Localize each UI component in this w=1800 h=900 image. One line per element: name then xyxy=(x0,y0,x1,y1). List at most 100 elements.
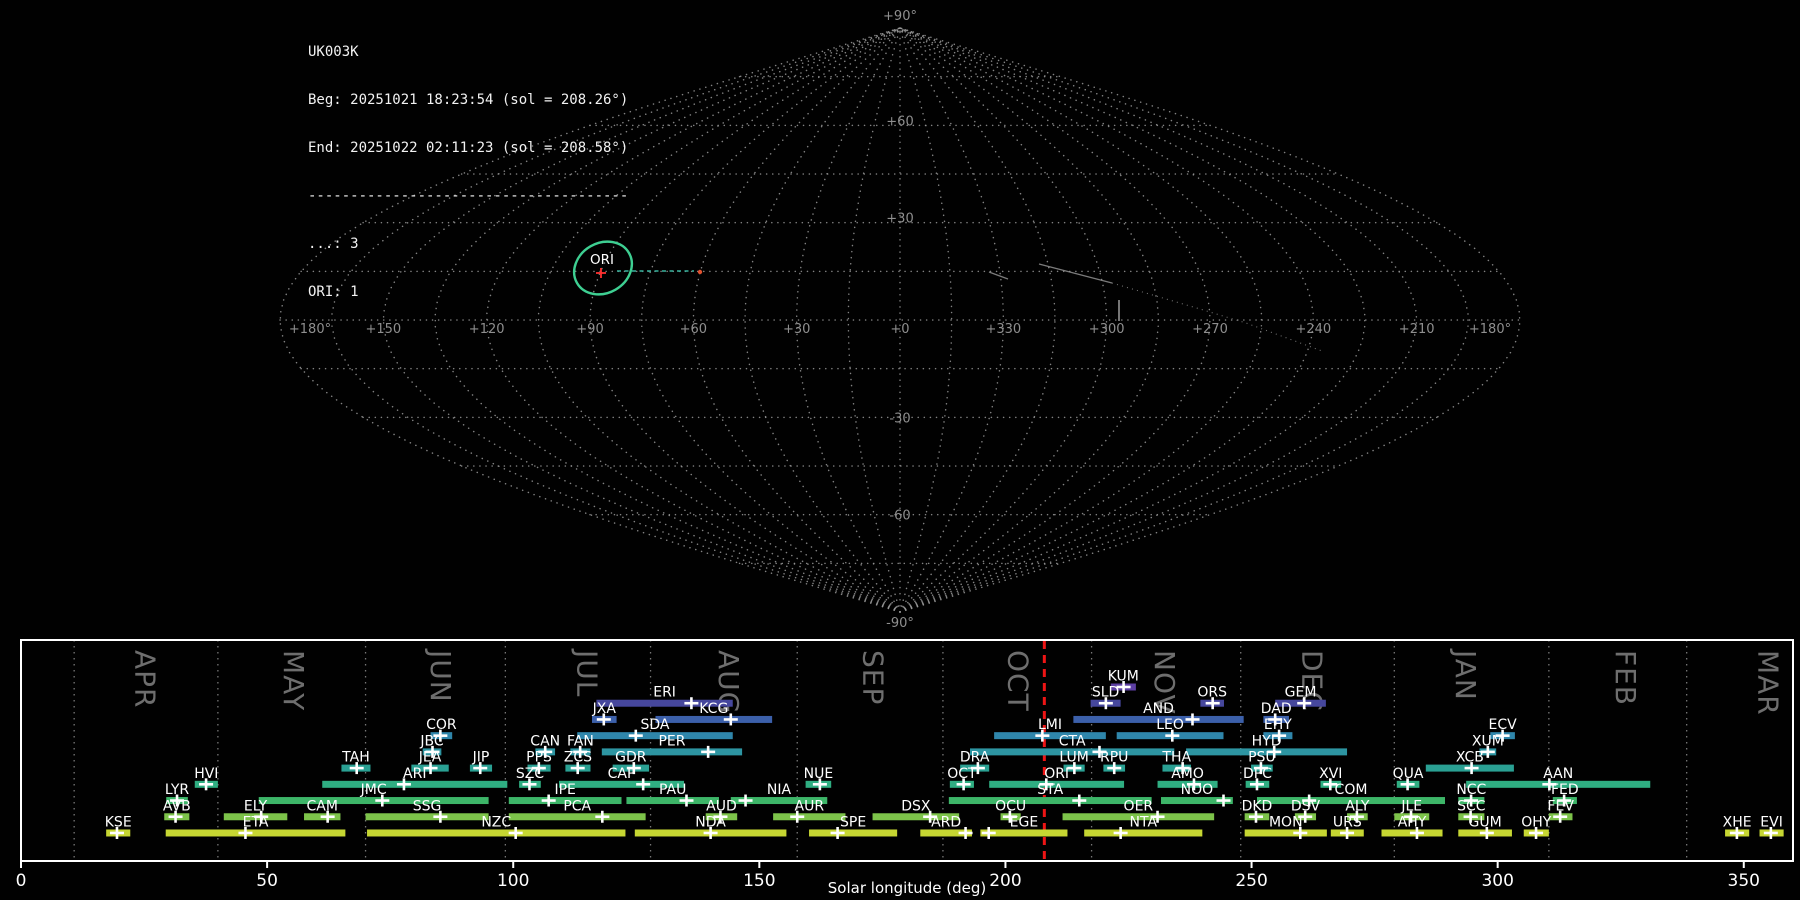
meridian-gridline xyxy=(641,27,901,613)
shower-bar-LMI xyxy=(994,732,1106,740)
shower-bar-ETA xyxy=(165,829,346,837)
shower-label-CAM: CAM xyxy=(307,798,338,814)
shower-label-PCA: PCA xyxy=(563,798,591,814)
lon-label: +180° xyxy=(1469,322,1511,337)
shower-label-IPE: IPE xyxy=(554,782,575,798)
shower-label-CAP: CAP xyxy=(608,766,636,782)
month-label-JUL: JUL xyxy=(571,648,604,697)
shower-label-ERI: ERI xyxy=(653,685,676,701)
separator-line: -------------------------------------- xyxy=(308,188,629,204)
shower-label-SSG: SSG xyxy=(413,798,442,814)
lon-label: +270 xyxy=(1192,322,1228,337)
shower-label-NZC: NZC xyxy=(481,814,511,830)
axis-tick-label: 200 xyxy=(989,871,1021,891)
shower-label-NUE: NUE xyxy=(804,766,834,782)
shower-label-SDA: SDA xyxy=(640,717,669,733)
shower-label-COM: COM xyxy=(1335,782,1368,798)
track-segment xyxy=(988,271,1009,280)
shower-bar-SPE xyxy=(809,829,898,837)
shower-label-MON: MON xyxy=(1269,814,1303,830)
shower-label-STA: STA xyxy=(1037,782,1063,798)
axis-tick-label: 350 xyxy=(1728,871,1760,891)
shower-label-NOO: NOO xyxy=(1181,782,1214,798)
lat-label: -30 xyxy=(889,411,910,426)
track-dotted xyxy=(1111,282,1323,352)
shower-label-PER: PER xyxy=(658,733,685,749)
month-label-MAR: MAR xyxy=(1752,650,1785,716)
shower-label-NTA: NTA xyxy=(1130,814,1158,830)
radiant-and-activity-plot: +180° +150 +120 +90 +60 +30 +0 +330 +300 +270 +240… xyxy=(16,9,1794,897)
month-label-JUN: JUN xyxy=(424,648,457,703)
pole-label-south: -90° xyxy=(886,616,914,631)
axis-tick-label: 300 xyxy=(1481,871,1513,891)
shower-label-PAU: PAU xyxy=(659,782,686,798)
shower-label-XCB: XCB xyxy=(1456,750,1484,766)
shower-bar-JMC xyxy=(258,797,489,805)
shower-label-AAN: AAN xyxy=(1543,766,1573,782)
shower-label-GEM: GEM xyxy=(1285,685,1317,701)
shower-bar-PAU xyxy=(626,797,719,805)
axis-tick-label: 150 xyxy=(743,871,775,891)
shower-label-DSX: DSX xyxy=(901,798,931,814)
x-axis-title: Solar longitude (deg) xyxy=(828,879,986,897)
shower-bar-KCG xyxy=(655,715,773,723)
session-info-panel: UK003K Beg: 20251021 18:23:54 (sol = 208… xyxy=(308,12,628,332)
axis-tick-label: 100 xyxy=(497,871,529,891)
meridian-gridline xyxy=(899,27,1108,613)
shower-label-EGE: EGE xyxy=(1010,814,1039,830)
activity-timeline: APR MAY JUN JUL AUG SEP OCT NOV DEC JAN FEB MARKUME… xyxy=(16,639,1794,897)
lat-label: +60 xyxy=(886,114,913,129)
shower-label-DRA: DRA xyxy=(960,750,990,766)
shower-label-KCG: KCG xyxy=(699,701,728,717)
screenshot-root: +180° +150 +120 +90 +60 +30 +0 +330 +300 +270 +240… xyxy=(0,0,1800,900)
pole-label-north: +90° xyxy=(883,9,917,24)
lon-label: +60 xyxy=(680,322,707,337)
shower-label-ELY: ELY xyxy=(244,798,268,814)
shower-label-SPE: SPE xyxy=(840,814,866,830)
shower-label-ORI: ORI xyxy=(1044,766,1069,782)
shower-bar-SSG xyxy=(365,813,489,821)
month-label-MAY: MAY xyxy=(277,650,310,711)
lon-label: +210 xyxy=(1399,322,1435,337)
month-label-SEP: SEP xyxy=(857,650,890,705)
shower-count: ORI: 1 xyxy=(308,284,359,300)
lon-label: +0 xyxy=(890,322,909,337)
shower-bar-SDA xyxy=(577,732,733,740)
shower-label-CTA: CTA xyxy=(1059,733,1086,749)
lon-label: +330 xyxy=(985,322,1021,337)
lon-label: +240 xyxy=(1295,322,1331,337)
shower-label-LEO: LEO xyxy=(1156,717,1184,733)
meridian-gridline xyxy=(899,27,1314,613)
shower-label-ARI: ARI xyxy=(403,766,426,782)
shower-bar-ARI xyxy=(322,780,508,788)
meridian-gridline xyxy=(692,27,901,613)
axis-tick-label: 0 xyxy=(16,871,27,891)
axis-tick-label: 250 xyxy=(1235,871,1267,891)
shower-label-OER: OER xyxy=(1124,798,1154,814)
lon-label: +30 xyxy=(783,322,810,337)
lon-label: +300 xyxy=(1089,322,1125,337)
shower-bar-NZC xyxy=(367,829,626,837)
shower-bar-NTA xyxy=(1084,829,1203,837)
shower-label-THA: THA xyxy=(1161,750,1191,766)
radiant-drift-endpoint xyxy=(697,269,703,275)
lat-label: +30 xyxy=(886,212,913,227)
month-label-APR: APR xyxy=(129,650,162,709)
shower-label-GDR: GDR xyxy=(615,750,647,766)
month-label-OCT: OCT xyxy=(1001,650,1034,712)
sporadic-count: ...: 3 xyxy=(308,236,359,252)
shower-label-OCT: OCT xyxy=(947,766,977,782)
shower-bar-MON xyxy=(1244,829,1327,837)
meridian-gridline xyxy=(899,27,1469,613)
station-id: UK003K xyxy=(308,44,359,60)
shower-label-NIA: NIA xyxy=(767,782,792,798)
axis-tick-label: 50 xyxy=(256,871,278,891)
shower-label-AMO: AMO xyxy=(1171,766,1204,782)
shower-label-HYD: HYD xyxy=(1252,733,1282,749)
shower-bar-PCA xyxy=(508,813,646,821)
month-label-FEB: FEB xyxy=(1609,650,1642,706)
session-end: End: 20251022 02:11:23 (sol = 208.58°) xyxy=(308,140,629,156)
month-label-JAN: JAN xyxy=(1449,648,1482,701)
shower-label-AND: AND xyxy=(1143,701,1174,717)
shower-label-AUR: AUR xyxy=(795,798,825,814)
